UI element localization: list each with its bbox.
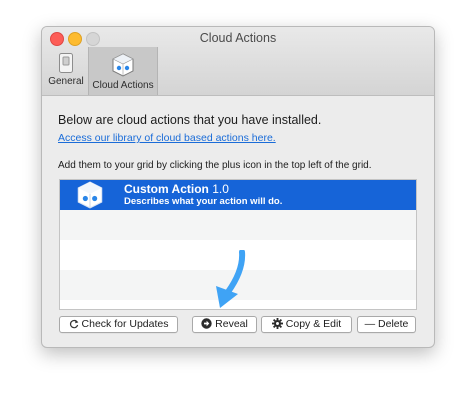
- delete-button[interactable]: — Delete: [357, 316, 416, 333]
- window-title: Cloud Actions: [199, 31, 277, 45]
- action-name: Custom Action 1.0: [124, 182, 229, 196]
- cloud-cube-icon: [77, 181, 103, 209]
- list-row-empty: [60, 210, 416, 240]
- list-item[interactable]: Custom Action 1.0 Describes what your ac…: [60, 180, 416, 210]
- reveal-button[interactable]: Reveal: [192, 316, 257, 333]
- library-link[interactable]: Access our library of cloud based action…: [58, 132, 276, 144]
- tab-cloud-actions-label: Cloud Actions: [92, 80, 154, 91]
- hint-text: Add them to your grid by clicking the pl…: [58, 160, 372, 171]
- pointer-arrow-icon: [216, 250, 246, 308]
- cloud-cube-icon: [112, 53, 134, 77]
- copy-edit-button[interactable]: Copy & Edit: [261, 316, 352, 333]
- check-for-updates-label: Check for Updates: [81, 318, 169, 330]
- reveal-label: Reveal: [215, 318, 248, 330]
- switch-icon: [59, 53, 73, 73]
- gear-icon: [271, 318, 283, 329]
- tab-general[interactable]: General: [46, 47, 86, 95]
- tab-general-label: General: [48, 76, 84, 87]
- check-for-updates-button[interactable]: Check for Updates: [59, 316, 178, 333]
- copy-edit-label: Copy & Edit: [285, 318, 342, 330]
- action-description: Describes what your action will do.: [124, 196, 283, 207]
- refresh-icon: [69, 319, 78, 329]
- action-name-text: Custom Action: [124, 182, 209, 196]
- intro-text: Below are cloud actions that you have in…: [58, 113, 322, 127]
- tab-cloud-actions[interactable]: Cloud Actions: [88, 47, 158, 95]
- action-version: 1.0: [212, 182, 229, 196]
- delete-label: — Delete: [364, 318, 409, 330]
- arrow-right-circle-icon: [201, 318, 212, 329]
- title-bar: Cloud Actions General Cloud Actions: [42, 27, 434, 96]
